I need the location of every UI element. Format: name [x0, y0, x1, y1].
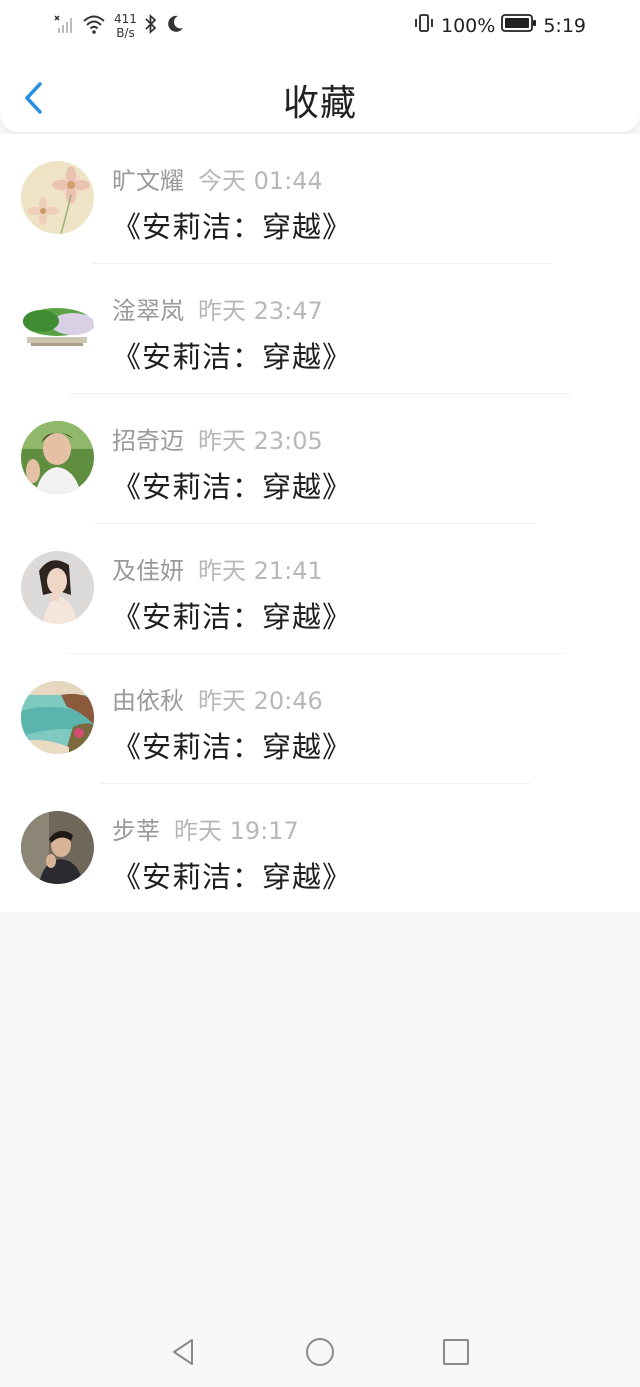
list-item[interactable]: 旷文耀 今天 01:44 《安莉洁：穿越》: [0, 134, 640, 264]
timestamp: 昨天 23:05: [198, 427, 323, 455]
back-triangle-icon: [173, 1339, 193, 1365]
contact-name: 旷文耀: [112, 167, 184, 195]
signal-icon: [54, 13, 76, 39]
timestamp: 今天 01:44: [198, 167, 323, 195]
contact-name: 步莘: [112, 817, 160, 845]
contact-name-line: 淦翠岚 昨天 23:47: [112, 291, 323, 326]
contact-name-line: 旷文耀 今天 01:44: [112, 161, 323, 196]
timestamp: 昨天 19:17: [174, 817, 299, 845]
page-title: 收藏: [282, 83, 357, 124]
favorites-list: 旷文耀 今天 01:44 《安莉洁：穿越》 淦翠岚 昨天 23:47 《安莉洁：穿越…: [0, 134, 640, 914]
cabbage-avatar[interactable]: [21, 291, 94, 364]
timestamp: 昨天 23:47: [198, 297, 323, 325]
status-right: 100% 5:19: [413, 12, 586, 39]
header-bar: 收藏: [0, 52, 640, 132]
list-item[interactable]: 及佳妍 昨天 21:41 《安莉洁：穿越》: [0, 524, 640, 654]
favorite-title: 《安莉洁：穿越》: [112, 600, 353, 634]
divider: [70, 913, 570, 914]
woman-avatar[interactable]: [21, 551, 94, 624]
system-nav-bar: [0, 1316, 640, 1387]
net-speed-unit: B/s: [116, 26, 135, 40]
contact-name: 及佳妍: [112, 557, 184, 585]
contact-name-line: 招奇迈 昨天 23:05: [112, 421, 323, 456]
home-circle-icon: [306, 1338, 334, 1366]
portrait-avatar[interactable]: [21, 811, 94, 884]
moon-icon: [165, 13, 185, 39]
nav-home-button[interactable]: [304, 1336, 336, 1368]
nav-recents-button[interactable]: [440, 1336, 472, 1368]
flower-avatar[interactable]: [21, 161, 94, 234]
recents-square-icon: [443, 1339, 469, 1365]
list-item[interactable]: 淦翠岚 昨天 23:47 《安莉洁：穿越》: [0, 264, 640, 394]
contact-name: 淦翠岚: [112, 297, 184, 325]
battery-percent: 100%: [441, 14, 496, 37]
contact-name-line: 及佳妍 昨天 21:41: [112, 551, 323, 586]
timestamp: 昨天 21:41: [198, 557, 323, 585]
favorite-title: 《安莉洁：穿越》: [112, 470, 353, 504]
contact-name-line: 步莘 昨天 19:17: [112, 811, 299, 846]
contact-name: 招奇迈: [112, 427, 184, 455]
contact-name-line: 由依秋 昨天 20:46: [112, 681, 323, 716]
list-item[interactable]: 步莘 昨天 19:17 《安莉洁：穿越》: [0, 784, 640, 914]
battery-icon: [501, 13, 537, 38]
vibrate-icon: [413, 12, 435, 39]
wifi-icon: [82, 13, 106, 39]
status-bar: 411 B/s 100% 5:19: [0, 0, 640, 52]
timestamp: 昨天 20:46: [198, 687, 323, 715]
young-man-avatar[interactable]: [21, 421, 94, 494]
status-left: 411 B/s: [54, 12, 185, 40]
list-item[interactable]: 由依秋 昨天 20:46 《安莉洁：穿越》: [0, 654, 640, 784]
bluetooth-icon: [143, 13, 159, 39]
favorite-title: 《安莉洁：穿越》: [112, 210, 353, 244]
clock: 5:19: [543, 14, 586, 37]
net-speed: 411 B/s: [114, 12, 137, 40]
favorite-title: 《安莉洁：穿越》: [112, 860, 353, 894]
favorite-title: 《安莉洁：穿越》: [112, 730, 353, 764]
favorite-title: 《安莉洁：穿越》: [112, 340, 353, 374]
list-item[interactable]: 招奇迈 昨天 23:05 《安莉洁：穿越》: [0, 394, 640, 524]
nav-back-button[interactable]: [168, 1336, 200, 1368]
coast-avatar[interactable]: [21, 681, 94, 754]
net-speed-value: 411: [114, 12, 137, 26]
contact-name: 由依秋: [112, 687, 184, 715]
